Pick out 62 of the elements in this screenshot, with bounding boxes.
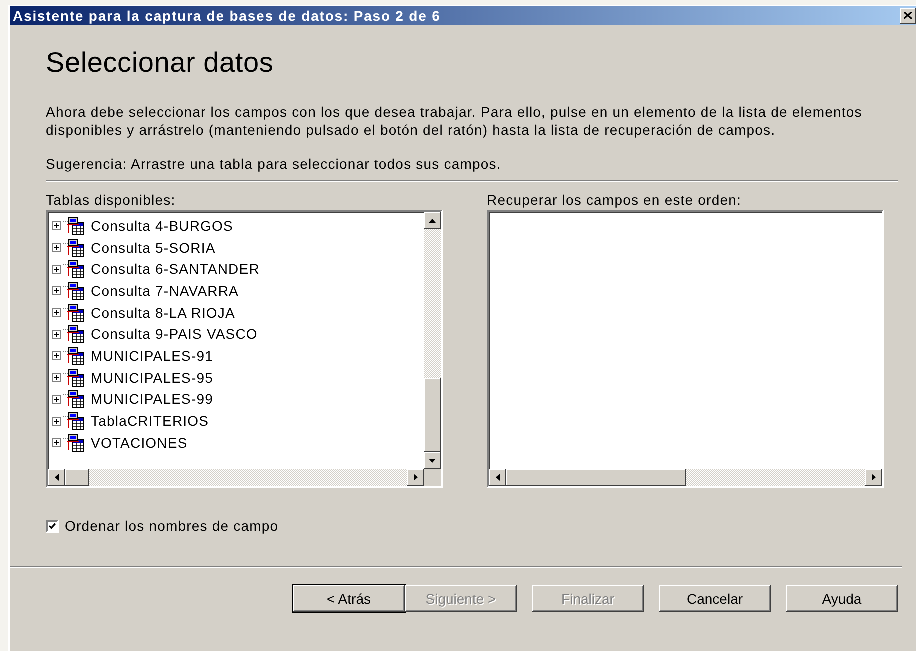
check-icon xyxy=(49,522,56,530)
scroll-left-icon[interactable] xyxy=(496,474,500,481)
fields-list[interactable] xyxy=(487,210,884,488)
table-name[interactable]: Consulta 5-SORIA xyxy=(91,240,216,256)
hint-text: Sugerencia: Arrastre una tabla para seleccionar todos sus campos. xyxy=(46,156,502,172)
table-icon xyxy=(63,346,85,365)
expand-icon[interactable] xyxy=(52,243,61,252)
table-name[interactable]: VOTACIONES xyxy=(91,434,188,451)
expand-icon[interactable] xyxy=(52,394,61,404)
table-icon xyxy=(63,216,85,235)
scroll-right-icon[interactable] xyxy=(414,474,418,481)
table-name[interactable]: TablaCRITERIOS xyxy=(91,413,210,430)
table-name[interactable]: Consulta 7-NAVARRA xyxy=(91,282,239,299)
scrollbar-corner xyxy=(424,469,441,486)
wizard-button[interactable]: Cancelar xyxy=(659,585,771,612)
horizontal-scrollbar[interactable] xyxy=(48,469,424,486)
tables-list[interactable]: Consulta 4-BURGOS Consulta 5-SORIA Consulta 6-SANTANDER Consulta 7-NAVARRA Consulta 8-LA RIOJA Consulta 9-PAIS VASCO MUNICIPALES-91 MUNICIPALES-95 MUNICIPALES-99 TablaCRITERIOS VOTACIONES xyxy=(46,210,443,488)
expand-icon[interactable] xyxy=(52,373,61,382)
expand-icon[interactable] xyxy=(52,330,61,339)
table-icon xyxy=(63,304,85,322)
instructions-text: Ahora debe seleccionar los campos con los que desea trabajar. Para ello, pulse en un elemento de la lista de elementos disponibles y arrástrelo (manteniendo pulsado el botón del ratón) hasta la lista de recuperación de campos. xyxy=(46,103,864,139)
scroll-right-icon[interactable] xyxy=(872,474,876,481)
scrollbar-thumb[interactable] xyxy=(424,378,441,452)
expand-icon[interactable] xyxy=(52,264,61,274)
table-name[interactable]: Consulta 8-LA RIOJA xyxy=(91,304,236,321)
scroll-up-icon[interactable] xyxy=(429,218,436,222)
table-icon xyxy=(63,260,85,278)
scrollbar-thumb[interactable] xyxy=(506,469,686,486)
table-icon xyxy=(63,325,85,344)
expand-icon[interactable] xyxy=(52,438,61,448)
scroll-down-icon[interactable] xyxy=(429,458,436,462)
table-name[interactable]: MUNICIPALES-95 xyxy=(91,370,214,386)
expand-icon[interactable] xyxy=(52,286,61,296)
horizontal-scrollbar[interactable] xyxy=(489,469,882,486)
wizard-button[interactable]: Ayuda xyxy=(786,585,898,612)
table-icon xyxy=(63,412,85,430)
wizard-button[interactable]: < Atrás xyxy=(293,585,405,612)
table-name[interactable]: Consulta 4-BURGOS xyxy=(91,218,234,234)
checkbox-label: Ordenar los nombres de campo xyxy=(65,518,279,534)
expand-icon[interactable] xyxy=(52,221,61,230)
window-title: Asistente para la captura de bases de datos: Paso 2 de 6 xyxy=(13,8,441,24)
list-label: Tablas disponibles: xyxy=(46,192,177,208)
vertical-scrollbar[interactable] xyxy=(424,212,441,469)
table-icon xyxy=(63,368,85,387)
scroll-left-icon[interactable] xyxy=(54,474,58,481)
expand-icon[interactable] xyxy=(52,308,61,318)
table-icon xyxy=(63,238,85,257)
close-button[interactable] xyxy=(900,8,916,24)
table-name[interactable]: Consulta 9-PAIS VASCO xyxy=(91,326,258,342)
expand-icon[interactable] xyxy=(52,416,61,426)
table-name[interactable]: Consulta 6-SANTANDER xyxy=(91,261,260,278)
expand-icon[interactable] xyxy=(52,351,61,360)
scrollbar-thumb[interactable] xyxy=(65,469,89,486)
table-name[interactable]: MUNICIPALES-99 xyxy=(91,391,214,408)
page-heading: Seleccionar datos xyxy=(46,46,275,79)
table-icon xyxy=(63,282,85,300)
close-icon xyxy=(904,12,912,19)
table-icon xyxy=(63,390,85,408)
checkbox[interactable] xyxy=(46,520,59,532)
table-icon xyxy=(63,434,85,452)
list-label: Recuperar los campos en este orden: xyxy=(487,192,742,208)
table-name[interactable]: MUNICIPALES-91 xyxy=(91,348,214,364)
